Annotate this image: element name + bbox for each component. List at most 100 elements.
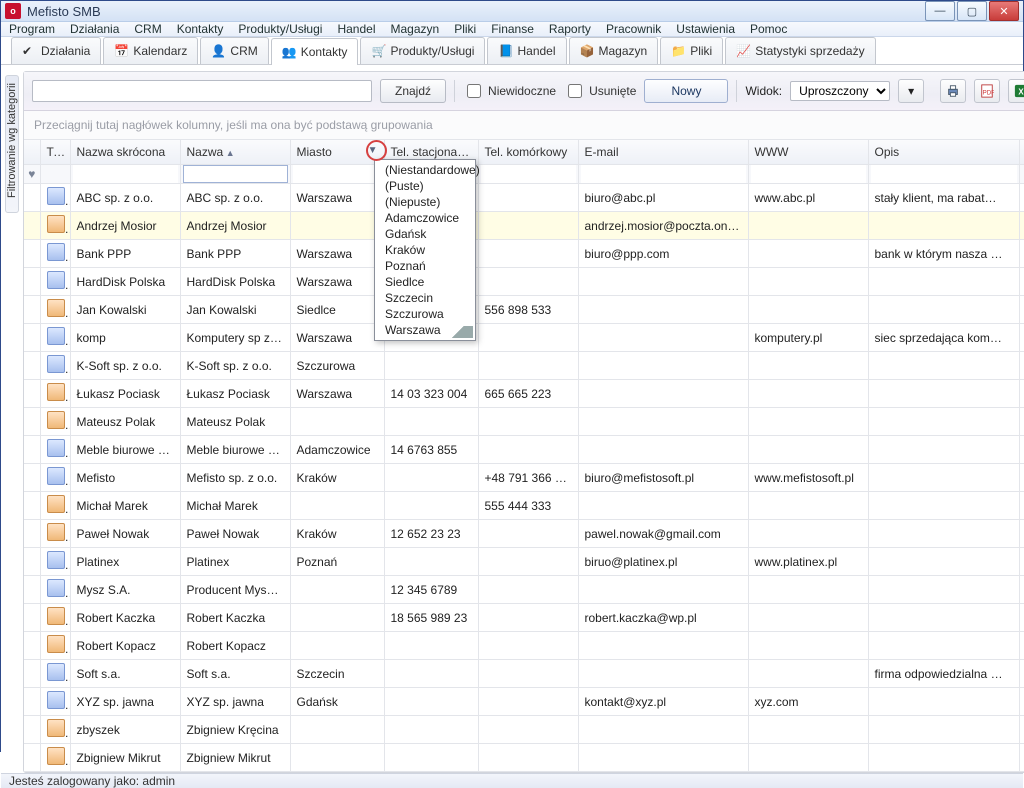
menu-pracownik[interactable]: Pracownik [606,22,661,36]
menu-magazyn[interactable]: Magazyn [390,22,439,36]
tab-statystyki-sprzedaży[interactable]: 📈Statystyki sprzedaży [725,37,875,64]
menu-pliki[interactable]: Pliki [454,22,476,36]
new-button[interactable]: Nowy [644,79,728,103]
minimize-button[interactable]: — [925,1,955,21]
table-row[interactable]: Zbigniew MikrutZbigniew Mikrut [24,744,1024,772]
table-row[interactable]: kompKomputery sp z o…Warszawakomputery.p… [24,324,1024,352]
table-row[interactable]: Robert KopaczRobert Kopacz [24,632,1024,660]
filter-city[interactable] [293,165,382,183]
table-row[interactable]: PlatinexPlatinexPoznańbiruo@platinex.plw… [24,548,1024,576]
popup-resize-handle[interactable] [443,326,473,338]
tab-kontakty[interactable]: 👥Kontakty [271,38,359,65]
table-row[interactable]: Mateusz PolakMateusz Polak [24,408,1024,436]
filter-email[interactable] [581,165,746,183]
filter-option[interactable]: Adamczowice [375,210,475,226]
tab-kalendarz[interactable]: 📅Kalendarz [103,37,198,64]
pdf-export-icon[interactable]: PDF [974,79,1000,103]
tab-handel[interactable]: 📘Handel [487,37,566,64]
window-controls: — ▢ ✕ [923,1,1019,21]
filter-option[interactable]: Poznań [375,258,475,274]
cell-desc [868,744,1020,772]
view-select[interactable]: Uproszczony2 [790,81,890,101]
menu-crm[interactable]: CRM [134,22,161,36]
filter-option[interactable]: Siedlce [375,274,475,290]
invisible-checkbox-input[interactable] [467,84,481,98]
table-row[interactable]: Mysz S.A.Producent Myszy…12 345 6789 [24,576,1024,604]
table-row[interactable]: MefistoMefisto sp. z o.o.Kraków+48 791 3… [24,464,1024,492]
close-button[interactable]: ✕ [989,1,1019,21]
menu-program[interactable]: Program [9,22,55,36]
table-row[interactable]: Bank PPPBank PPPWarszawabiuro@ppp.comban… [24,240,1024,268]
col-name[interactable]: Nazwa [180,140,290,165]
tab-crm[interactable]: 👤CRM [200,37,268,64]
table-row[interactable]: Soft s.a.Soft s.a.Szczecinfirma odpowied… [24,660,1024,688]
menu-raporty[interactable]: Raporty [549,22,591,36]
menu-handel[interactable]: Handel [337,22,375,36]
cell-mobile [478,576,578,604]
deleted-checkbox[interactable]: Usunięte [564,81,636,101]
filter-option[interactable]: (Puste) [375,178,475,194]
filter-option[interactable]: Szczecin [375,290,475,306]
search-input[interactable] [32,80,372,102]
table-row[interactable]: K-Soft sp. z o.o.K-Soft sp. z o.o.Szczur… [24,352,1024,380]
menu-działania[interactable]: Działania [70,22,119,36]
filter-option[interactable]: (Niepuste) [375,194,475,210]
filter-www[interactable] [751,165,866,183]
table-row[interactable]: Michał MarekMichał Marek555 444 333 [24,492,1024,520]
filter-option[interactable]: Szczurowa [375,306,475,322]
col-mobile[interactable]: Tel. komórkowy [478,140,578,165]
tab-pliki[interactable]: 📁Pliki [660,37,723,64]
invisible-checkbox[interactable]: Niewidoczne [463,81,556,101]
table-row[interactable]: XYZ sp. jawnaXYZ sp. jawnaGdańskkontakt@… [24,688,1024,716]
table-row[interactable]: Paweł NowakPaweł NowakKraków12 652 23 23… [24,520,1024,548]
maximize-button[interactable]: ▢ [957,1,987,21]
table-row[interactable]: Jan KowalskiJan KowalskiSiedlce556 898 5… [24,296,1024,324]
table-row[interactable]: ABC sp. z o.o.ABC sp. z o.o.Warszawabiur… [24,184,1024,212]
menu-pomoc[interactable]: Pomoc [750,22,787,36]
col-city[interactable]: Miasto▼ [290,140,384,165]
filter-short-name[interactable] [73,165,178,183]
filter-option[interactable]: Gdańsk [375,226,475,242]
filter-name[interactable] [183,165,288,183]
col-short-name[interactable]: Nazwa skrócona [70,140,180,165]
tab-magazyn[interactable]: 📦Magazyn [569,37,659,64]
cell-email [578,324,748,352]
side-filter-panel[interactable]: Filtrowanie wg kategorii [5,75,19,213]
cell-mobile: 556 898 533 [478,296,578,324]
table-row[interactable]: Łukasz PociaskŁukasz PociaskWarszawa14 0… [24,380,1024,408]
tab-produkty-usługi[interactable]: 🛒Produkty/Usługi [360,37,485,64]
menu-ustawienia[interactable]: Ustawienia [676,22,735,36]
city-filter-popup[interactable]: (Niestandardowe)(Puste)(Niepuste)Adamczo… [374,159,476,341]
col-desc[interactable]: Opis [868,140,1020,165]
group-hint[interactable]: Przeciągnij tutaj nagłówek kolumny, jeśl… [24,111,1024,140]
row-selector [24,548,40,576]
col-type[interactable]: Typ [40,140,70,165]
cell-name: Zbigniew Kręcina [180,716,290,744]
tab-label: Pliki [690,44,712,58]
cell-phone [384,688,478,716]
app-window: o Mefisto SMB — ▢ ✕ ProgramDziałaniaCRMK… [0,0,1024,752]
table-row[interactable]: HardDisk PolskaHardDisk PolskaWarszawa [24,268,1024,296]
table-row[interactable]: Meble biurowe s.aMeble biurowe s.aAdamcz… [24,436,1024,464]
menu-kontakty[interactable]: Kontakty [177,22,224,36]
table-row[interactable]: zbyszekZbigniew Kręcina [24,716,1024,744]
row-selector-header[interactable] [24,140,40,165]
deleted-checkbox-input[interactable] [568,84,582,98]
menu-produkty/usługi[interactable]: Produkty/Usługi [238,22,322,36]
view-dropdown-button[interactable]: ▾ [898,79,924,103]
excel-export-icon[interactable]: X [1008,79,1024,103]
col-email[interactable]: E-mail [578,140,748,165]
table-row[interactable]: Robert KaczkaRobert Kaczka18 565 989 23r… [24,604,1024,632]
print-icon[interactable] [940,79,966,103]
tab-działania[interactable]: ✔Działania [11,37,101,64]
filter-mobile[interactable] [481,165,576,183]
filter-desc[interactable] [871,165,1018,183]
cell-www: www.abc.pl [748,184,868,212]
col-actions[interactable]: … [1020,140,1024,165]
table-row[interactable]: Andrzej MosiorAndrzej Mosiorandrzej.mosi… [24,212,1024,240]
filter-option[interactable]: Kraków [375,242,475,258]
filter-option[interactable]: (Niestandardowe) [375,162,475,178]
col-www[interactable]: WWW [748,140,868,165]
find-button[interactable]: Znajdź [380,79,446,103]
menu-finanse[interactable]: Finanse [491,22,534,36]
